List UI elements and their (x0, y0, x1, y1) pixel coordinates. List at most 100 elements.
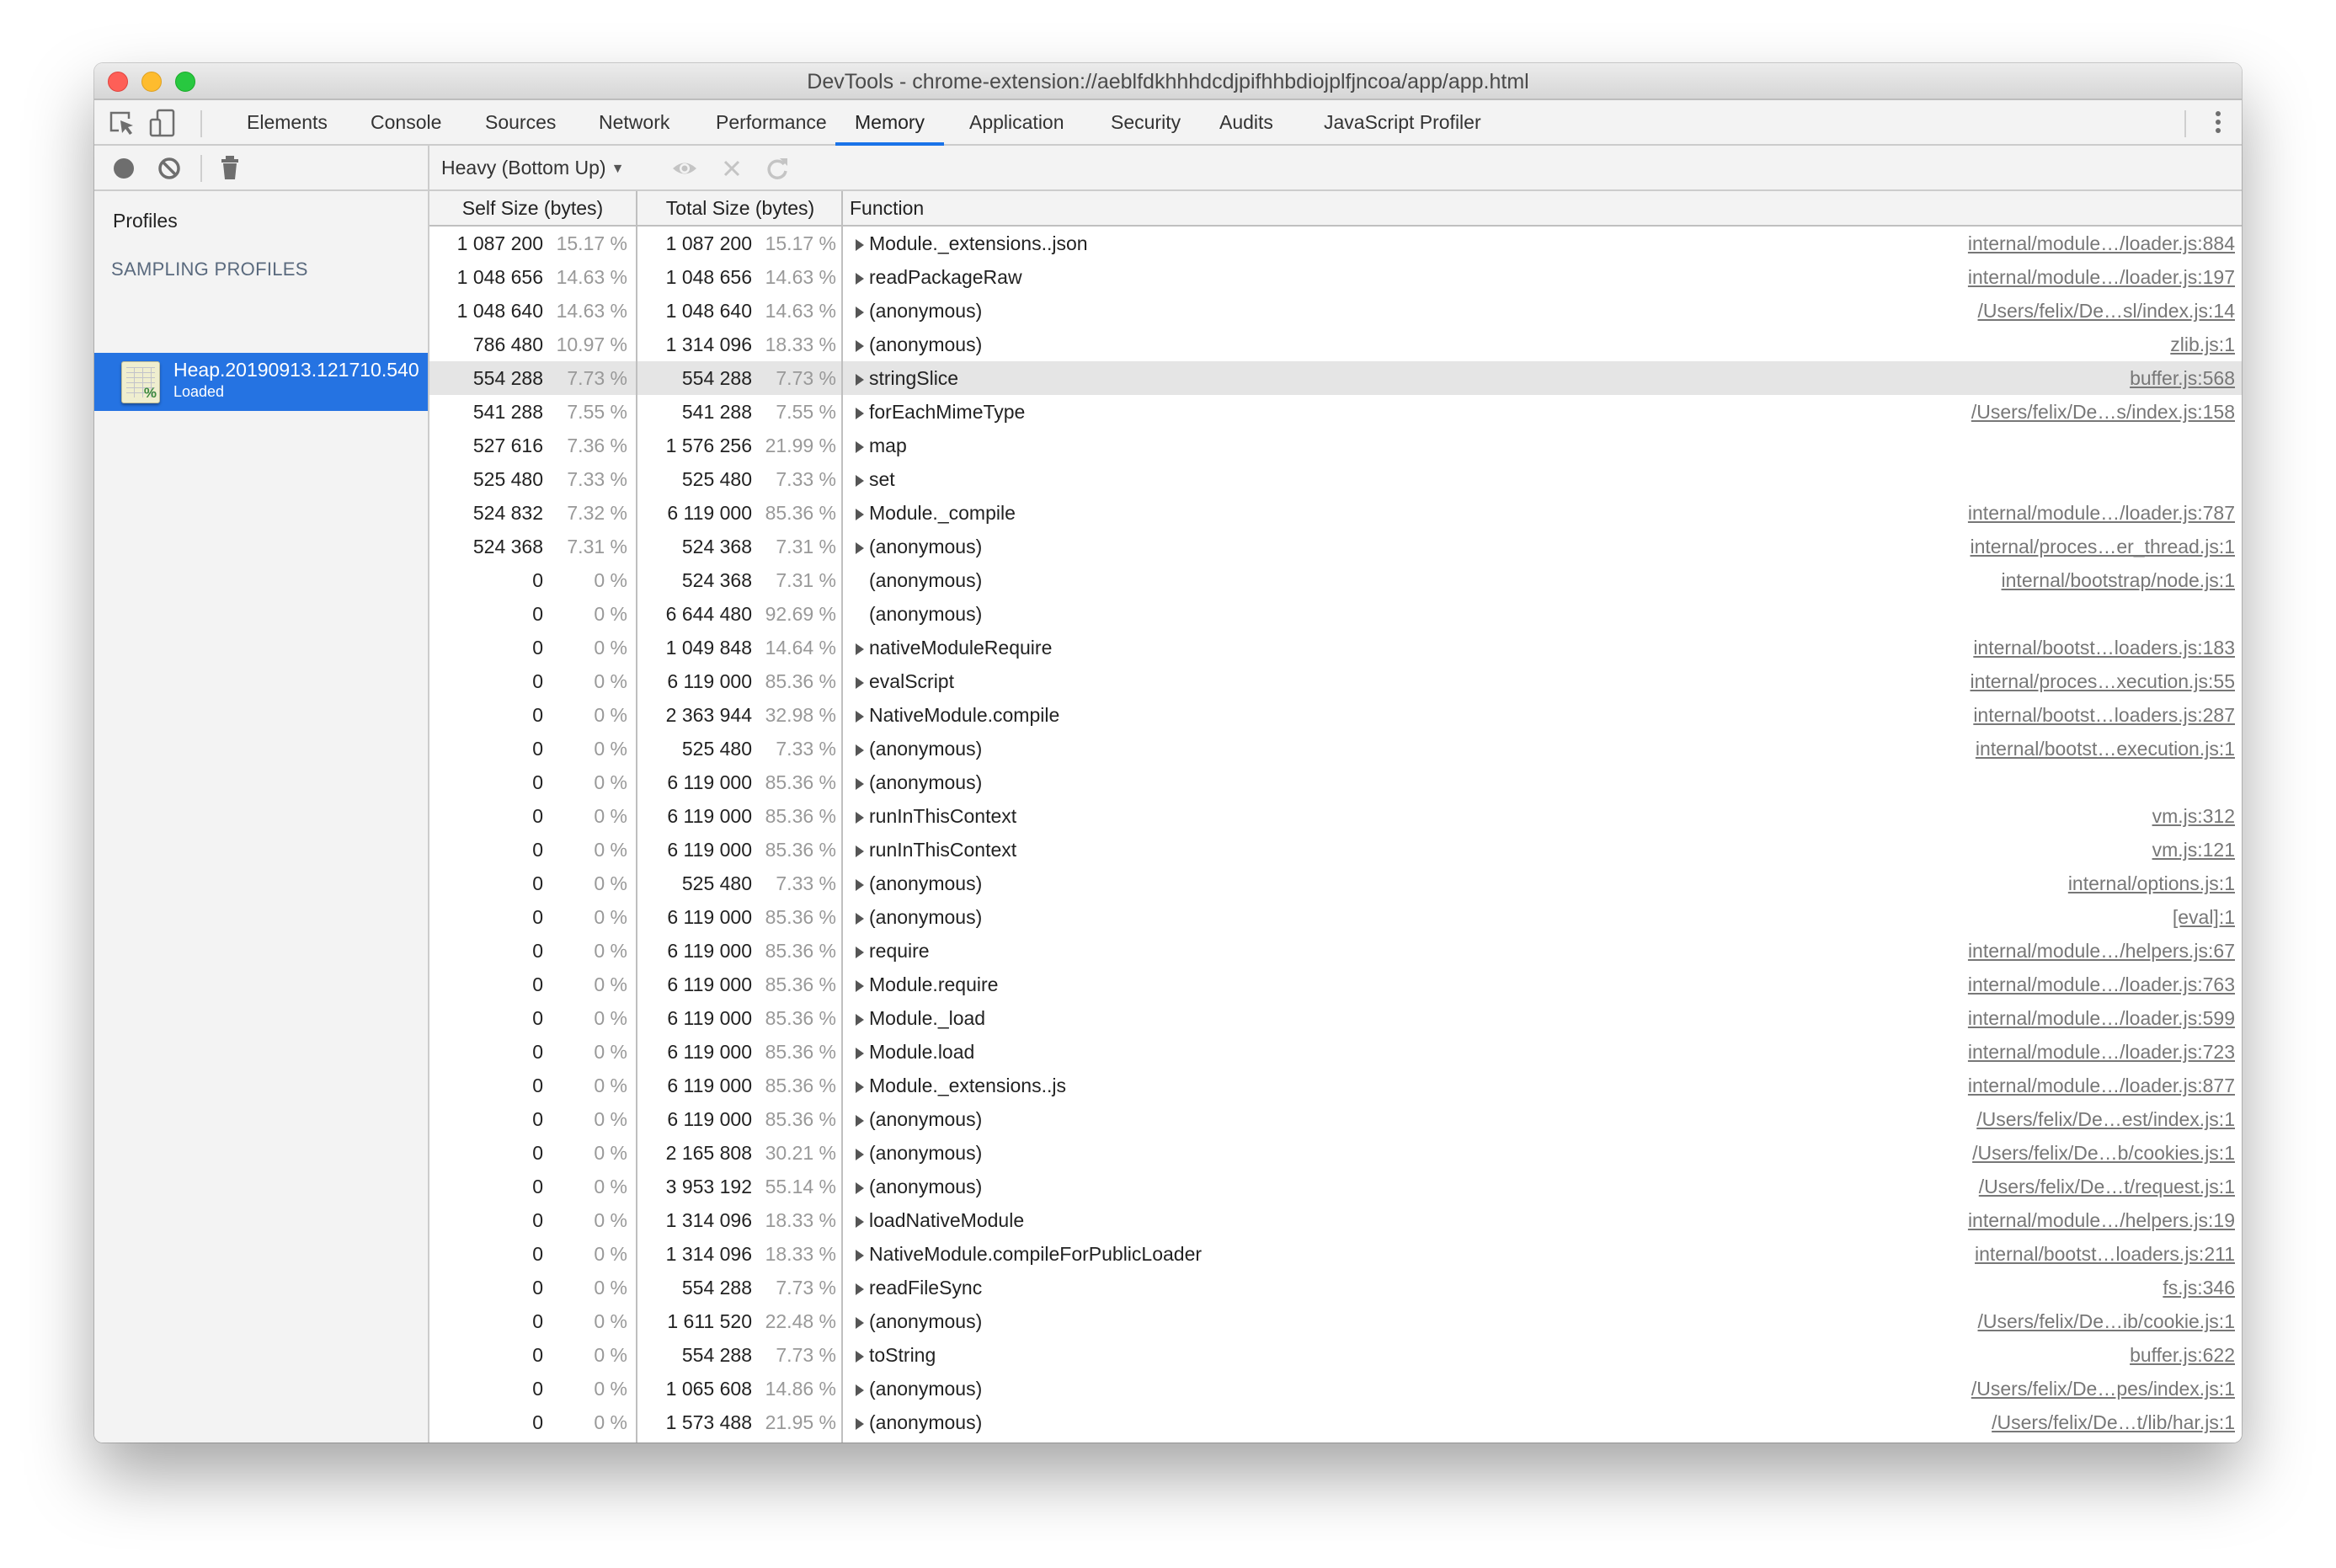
expand-triangle-icon[interactable] (856, 845, 864, 857)
table-row[interactable]: 0 0 % 2 165 808 30.21 % (anonymous) /Users/fe… (429, 1136, 2242, 1170)
tab-security[interactable]: Security (1091, 100, 1200, 144)
table-row[interactable]: 0 0 % 6 119 000 85.36 % require internal/modu… (429, 934, 2242, 968)
garbage-collect-icon[interactable] (216, 154, 244, 183)
table-row[interactable]: 0 0 % 554 288 7.73 % readFileSync fs.js:346 (429, 1271, 2242, 1304)
source-link[interactable]: internal/module…/loader.js:723 (1968, 1035, 2235, 1069)
source-link[interactable]: internal/module…/loader.js:197 (1968, 260, 2235, 294)
expand-triangle-icon[interactable] (856, 1115, 864, 1127)
table-row[interactable]: 0 0 % 3 953 192 55.14 % (anonymous) /Users/fe… (429, 1170, 2242, 1203)
source-link[interactable]: internal/bootst…loaders.js:211 (1975, 1237, 2235, 1271)
source-link[interactable]: [eval]:1 (2173, 900, 2235, 934)
tab-network[interactable]: Network (579, 100, 689, 144)
source-link[interactable]: /Users/felix/De…pes/index.js:1 (1971, 1372, 2235, 1405)
source-link[interactable]: internal/bootst…loaders.js:183 (1973, 631, 2235, 664)
source-link[interactable]: buffer.js:622 (2130, 1338, 2235, 1372)
expand-triangle-icon[interactable] (856, 408, 864, 419)
expand-triangle-icon[interactable] (856, 1014, 864, 1026)
table-row[interactable]: 524 368 7.31 % 524 368 7.31 % (anonymous) int… (429, 530, 2242, 563)
expand-triangle-icon[interactable] (856, 1418, 864, 1430)
expand-triangle-icon[interactable] (856, 1250, 864, 1261)
kebab-menu-icon[interactable] (2211, 111, 2225, 136)
table-row[interactable]: 0 0 % 6 644 480 92.69 % (anonymous) (429, 597, 2242, 631)
expand-triangle-icon[interactable] (856, 947, 864, 958)
expand-triangle-icon[interactable] (856, 340, 864, 352)
table-row[interactable]: 524 832 7.32 % 6 119 000 85.36 % Module._com… (429, 496, 2242, 530)
source-link[interactable]: internal/bootstrap/node.js:1 (2002, 563, 2235, 597)
source-link[interactable]: buffer.js:568 (2130, 361, 2235, 395)
table-row[interactable]: 0 0 % 6 119 000 85.36 % Module.load internal/… (429, 1035, 2242, 1069)
view-mode-select[interactable]: Heavy (Bottom Up) ▼ (441, 146, 624, 189)
expand-triangle-icon[interactable] (856, 307, 864, 318)
source-link[interactable]: internal/module…/helpers.js:19 (1968, 1203, 2235, 1237)
record-icon[interactable] (109, 154, 138, 183)
tab-javascript-profiler[interactable]: JavaScript Profiler (1304, 100, 1501, 144)
expand-triangle-icon[interactable] (856, 711, 864, 723)
expand-triangle-icon[interactable] (856, 980, 864, 992)
expand-triangle-icon[interactable] (856, 812, 864, 824)
source-link[interactable]: /Users/felix/De…t/lib/har.js:1 (1992, 1405, 2235, 1439)
table-row[interactable]: 0 0 % 1 049 848 14.64 % nativeModuleRequire i… (429, 631, 2242, 664)
table-row[interactable]: 0 0 % 6 119 000 85.36 % Module.require intern… (429, 968, 2242, 1001)
expand-triangle-icon[interactable] (856, 374, 864, 386)
table-row[interactable]: 0 0 % 525 480 7.33 % (anonymous) internal/opt… (429, 867, 2242, 900)
table-row[interactable]: 0 0 % 6 119 000 85.36 % (anonymous) [eval]:1 (429, 900, 2242, 934)
source-link[interactable]: internal/module…/loader.js:599 (1968, 1001, 2235, 1035)
source-link[interactable]: vm.js:312 (2152, 799, 2235, 833)
expand-triangle-icon[interactable] (856, 778, 864, 790)
source-link[interactable]: internal/bootst…loaders.js:287 (1973, 698, 2235, 732)
expand-triangle-icon[interactable] (856, 1216, 864, 1228)
column-header-function[interactable]: Function (850, 191, 924, 225)
expand-triangle-icon[interactable] (856, 643, 864, 655)
source-link[interactable]: vm.js:121 (2152, 833, 2235, 867)
tab-memory[interactable]: Memory (835, 100, 945, 146)
column-header-total-size[interactable]: Total Size (bytes) (637, 191, 843, 225)
expand-triangle-icon[interactable] (856, 239, 864, 251)
table-row[interactable]: 0 0 % 1 314 096 18.33 % NativeModule.compile… (429, 1237, 2242, 1271)
sidebar-item-heap-profile[interactable]: % Heap.20190913.121710.540 Loaded (94, 353, 428, 411)
source-link[interactable]: internal/bootst…execution.js:1 (1976, 732, 2235, 765)
table-row[interactable]: 0 0 % 6 119 000 85.36 % Module._extensions..… (429, 1069, 2242, 1102)
table-row[interactable]: 1 087 200 15.17 % 1 087 200 15.17 % Module._… (429, 227, 2242, 260)
inspect-element-icon[interactable] (108, 109, 136, 137)
source-link[interactable]: /Users/felix/De…ib/cookie.js:1 (1978, 1304, 2236, 1338)
table-row[interactable]: 0 0 % 6 119 000 85.36 % evalScript internal/p… (429, 664, 2242, 698)
table-row[interactable]: 525 480 7.33 % 525 480 7.33 % set (429, 462, 2242, 496)
table-row[interactable]: 541 288 7.55 % 541 288 7.55 % forEachMimeTyp… (429, 395, 2242, 429)
expand-triangle-icon[interactable] (856, 1081, 864, 1093)
tab-console[interactable]: Console (351, 100, 461, 144)
table-row[interactable]: 554 288 7.73 % 554 288 7.73 % stringSlice buf… (429, 361, 2242, 395)
source-link[interactable]: /Users/felix/De…est/index.js:1 (1976, 1102, 2235, 1136)
column-header-self-size[interactable]: Self Size (bytes) (429, 191, 636, 225)
expand-triangle-icon[interactable] (856, 1182, 864, 1194)
column-divider[interactable] (841, 191, 843, 1443)
source-link[interactable]: internal/proces…er_thread.js:1 (1971, 530, 2236, 563)
expand-triangle-icon[interactable] (856, 744, 864, 756)
column-divider[interactable] (636, 191, 637, 1443)
source-link[interactable]: /Users/felix/De…t/request.js:1 (1979, 1170, 2235, 1203)
table-row[interactable]: 0 0 % 1 314 096 18.33 % loadNativeModule inte… (429, 1203, 2242, 1237)
tab-performance[interactable]: Performance (696, 100, 846, 144)
table-row[interactable]: 0 0 % 525 480 7.33 % (anonymous) internal/boo… (429, 732, 2242, 765)
source-link[interactable]: /Users/felix/De…sl/index.js:14 (1978, 294, 2236, 328)
source-link[interactable]: internal/module…/loader.js:884 (1968, 227, 2235, 260)
table-row[interactable]: 0 0 % 6 119 000 85.36 % runInThisContext vm.j… (429, 833, 2242, 867)
table-row[interactable]: 0 0 % 2 363 944 32.98 % NativeModule.compile… (429, 698, 2242, 732)
source-link[interactable]: zlib.js:1 (2170, 328, 2235, 361)
clear-icon[interactable] (155, 154, 184, 183)
source-link[interactable]: internal/module…/loader.js:877 (1968, 1069, 2235, 1102)
tab-elements[interactable]: Elements (227, 100, 347, 144)
expand-triangle-icon[interactable] (856, 677, 864, 689)
restore-reload-icon[interactable] (763, 154, 792, 183)
expand-triangle-icon[interactable] (856, 1384, 864, 1396)
source-link[interactable]: internal/module…/helpers.js:67 (1968, 934, 2235, 968)
focus-eye-icon[interactable] (670, 154, 699, 183)
table-row[interactable]: 0 0 % 554 288 7.73 % toString buffer.js:622 (429, 1338, 2242, 1372)
table-row[interactable]: 0 0 % 6 119 000 85.36 % runInThisContext vm.j… (429, 799, 2242, 833)
expand-triangle-icon[interactable] (856, 1283, 864, 1295)
expand-triangle-icon[interactable] (856, 542, 864, 554)
table-row[interactable]: 1 048 656 14.63 % 1 048 656 14.63 % readPack… (429, 260, 2242, 294)
expand-triangle-icon[interactable] (856, 475, 864, 487)
tab-audits[interactable]: Audits (1200, 100, 1293, 144)
table-row[interactable]: 786 480 10.97 % 1 314 096 18.33 % (anonymous… (429, 328, 2242, 361)
source-link[interactable]: internal/module…/loader.js:787 (1968, 496, 2235, 530)
